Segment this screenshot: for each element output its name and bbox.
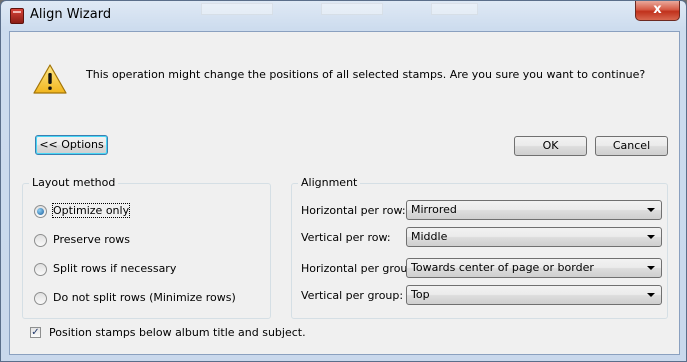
vertical-per-group-select[interactable]: Top — [406, 285, 662, 305]
cancel-button-label: Cancel — [612, 139, 651, 152]
ok-button-label: OK — [542, 139, 559, 152]
chevron-down-icon — [647, 293, 655, 297]
horizontal-per-group-label: Horizontal per group: — [301, 262, 419, 275]
vertical-per-group-label: Vertical per group: — [301, 289, 404, 302]
horizontal-per-row-label: Horizontal per row: — [301, 204, 406, 217]
options-button-label: << Options — [39, 138, 104, 151]
radio-button[interactable] — [34, 263, 47, 276]
radio-label: Optimize only — [51, 203, 131, 218]
ok-button[interactable]: OK — [514, 136, 587, 156]
warning-triangle-icon — [33, 64, 67, 94]
horizontal-per-group-select[interactable]: Towards center of page or border — [406, 258, 662, 278]
chevron-down-icon — [647, 208, 655, 212]
radio-button[interactable] — [34, 292, 47, 305]
alignment-title: Alignment — [298, 176, 361, 189]
align-wizard-window: Align Wizard x This operation might chan… — [0, 0, 687, 362]
alignment-group: Alignment Horizontal per row: Mirrored V… — [291, 176, 668, 319]
title-bar[interactable]: Align Wizard x — [1, 1, 686, 29]
dialog-body: This operation might change the position… — [9, 31, 680, 355]
select-value: Top — [411, 288, 430, 301]
select-value: Towards center of page or border — [411, 261, 594, 274]
position-stamps-checkbox[interactable]: ✓ — [30, 327, 41, 338]
window-title: Align Wizard — [30, 7, 112, 22]
radio-button[interactable] — [34, 205, 47, 218]
select-value: Mirrored — [411, 203, 457, 216]
select-value: Middle — [411, 230, 448, 243]
radio-button[interactable] — [34, 234, 47, 247]
options-button[interactable]: << Options — [35, 135, 108, 155]
confirmation-message: This operation might change the position… — [86, 68, 646, 81]
cancel-button[interactable]: Cancel — [595, 136, 668, 156]
radio-label: Preserve rows — [53, 233, 131, 246]
vertical-per-row-select[interactable]: Middle — [406, 227, 662, 247]
vertical-per-row-label: Vertical per row: — [301, 231, 391, 244]
radio-label: Do not split rows (Minimize rows) — [53, 291, 236, 304]
position-stamps-label: Position stamps below album title and su… — [49, 326, 306, 339]
horizontal-per-row-select[interactable]: Mirrored — [406, 200, 662, 220]
radio-label: Split rows if necessary — [53, 262, 177, 275]
chevron-down-icon — [647, 235, 655, 239]
chevron-down-icon — [647, 266, 655, 270]
close-button[interactable]: x — [635, 1, 680, 21]
layout-method-title: Layout method — [29, 176, 119, 189]
layout-method-group: Layout method Optimize only Preserve row… — [22, 176, 271, 319]
album-app-icon — [10, 8, 24, 24]
